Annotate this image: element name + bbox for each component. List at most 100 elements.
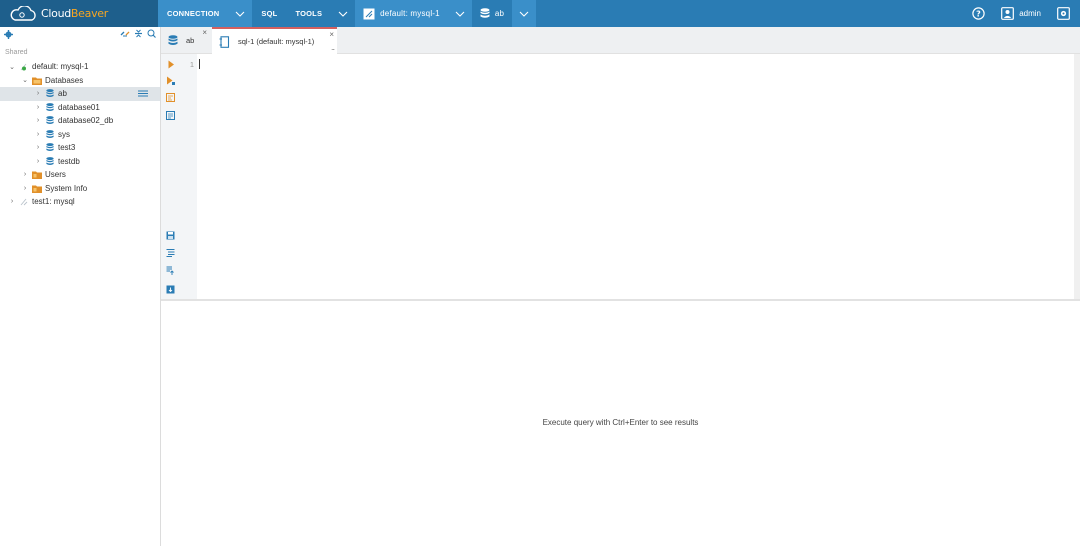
settings-button[interactable] (1049, 0, 1080, 27)
folder-icon (32, 170, 42, 180)
shared-section-label: Shared (5, 49, 28, 56)
file-download-icon (166, 285, 175, 294)
database-icon (45, 89, 55, 99)
tree-node-users-folder[interactable]: › Users (0, 168, 160, 182)
save-icon (166, 231, 175, 240)
help-icon: ? (972, 7, 985, 20)
database-icon (168, 35, 178, 46)
folder-icon (32, 183, 42, 193)
play-script-icon (167, 76, 175, 85)
database-icon (480, 8, 490, 19)
tree-node-database-testdb[interactable]: › testdb (0, 155, 160, 169)
execution-plan-button[interactable] (166, 93, 175, 102)
format-sql-button[interactable] (166, 248, 175, 257)
collapse-icon (135, 29, 142, 38)
load-script-button[interactable] (166, 266, 175, 275)
tab-sql-editor[interactable]: sql-1 (default: mysql-1) × ... (212, 27, 337, 54)
output-icon (166, 111, 175, 120)
connection-menu-chevron[interactable] (228, 0, 253, 27)
chevron-down-icon (519, 11, 529, 17)
chevron-down-icon (338, 11, 348, 17)
database-selector-chevron[interactable] (512, 0, 537, 27)
tree-node-connection-test1[interactable]: › test1: mysql (0, 195, 160, 209)
chevron-right-icon[interactable]: › (34, 90, 42, 97)
link-with-editor-button[interactable] (120, 29, 130, 40)
results-empty-message: Execute query with Ctrl+Enter to see res… (542, 418, 699, 427)
tree-node-database-database01[interactable]: › database01 (0, 101, 160, 115)
connection-selector[interactable]: default: mysql-1 (355, 0, 448, 27)
chevron-right-icon[interactable]: › (34, 104, 42, 111)
tab-ab[interactable]: ab × (161, 27, 210, 54)
help-button[interactable]: ? (964, 0, 993, 27)
format-icon (166, 249, 175, 257)
chevron-right-icon[interactable]: › (34, 117, 42, 124)
collapse-all-button[interactable] (134, 29, 143, 40)
close-icon[interactable]: × (329, 30, 334, 39)
database-icon (45, 129, 55, 139)
execute-script-button[interactable] (166, 76, 175, 85)
database-selector[interactable]: ab (471, 0, 513, 27)
tree-node-system-info-folder[interactable]: › System Info (0, 182, 160, 196)
tree-node-database-sys[interactable]: › sys (0, 128, 160, 142)
svg-text:?: ? (976, 9, 981, 18)
execute-statement-button[interactable] (166, 60, 175, 69)
tools-menu-chevron[interactable] (331, 0, 355, 27)
line-number-gutter: 1 (179, 54, 197, 300)
editor-action-bar (161, 54, 179, 300)
sql-editor-area[interactable] (197, 54, 1074, 300)
user-toolbar: ? admin (964, 0, 1080, 27)
save-script-button[interactable] (166, 231, 175, 240)
text-cursor (199, 59, 200, 69)
chevron-right-icon[interactable]: › (34, 158, 42, 165)
chevron-right-icon[interactable]: › (34, 144, 42, 151)
database-icon (45, 143, 55, 153)
tree-node-database-database02-db[interactable]: › database02_db (0, 114, 160, 128)
tree-node-database-ab[interactable]: › ab (0, 87, 160, 101)
connection-disconnected-icon (19, 197, 29, 207)
navigator-tree: ⌄ default: mysql-1 ⌄ Databases › ab › da… (0, 60, 160, 209)
gear-icon (4, 30, 13, 39)
connection-selector-chevron[interactable] (447, 0, 472, 27)
chevron-down-icon[interactable]: ⌄ (8, 63, 16, 71)
chevron-down-icon (236, 11, 245, 17)
settings-icon (1057, 7, 1070, 20)
connection-connected-icon (19, 62, 29, 72)
navigator-toolbar (0, 27, 160, 42)
show-output-button[interactable] (166, 111, 175, 120)
navigator-settings-button[interactable] (4, 30, 13, 41)
logo-text: CloudBeaver (41, 7, 108, 20)
line-number: 1 (189, 60, 194, 69)
chevron-right-icon[interactable]: › (34, 131, 42, 138)
username-label: admin (1019, 9, 1041, 18)
navigator-panel: Shared ⌄ default: mysql-1 ⌄ Databases › … (0, 27, 161, 546)
download-script-button[interactable] (166, 285, 175, 294)
execution-plan-icon (166, 93, 175, 102)
chevron-right-icon[interactable]: › (21, 185, 29, 192)
more-icon[interactable]: ... (331, 45, 335, 52)
sql-menu-button[interactable]: SQL (252, 0, 286, 27)
folder-icon (32, 75, 42, 85)
link-icon (120, 31, 130, 37)
close-icon[interactable]: × (202, 28, 207, 37)
editor-scrollbar[interactable] (1074, 54, 1080, 300)
connection-icon (363, 8, 375, 20)
tree-node-database-test3[interactable]: › test3 (0, 141, 160, 155)
node-menu-button[interactable] (138, 90, 148, 99)
search-icon (147, 29, 156, 38)
app-logo[interactable]: CloudBeaver (0, 0, 158, 27)
user-menu-button[interactable]: admin (993, 0, 1049, 27)
sql-script-icon (219, 35, 230, 48)
search-button[interactable] (147, 29, 156, 40)
chevron-right-icon[interactable]: › (8, 198, 16, 205)
connection-menu-button[interactable]: CONNECTION (158, 0, 229, 27)
top-navbar: CloudBeaver CONNECTION SQL TOOLS default… (0, 0, 1080, 27)
tree-node-databases-folder[interactable]: ⌄ Databases (0, 74, 160, 88)
chevron-right-icon[interactable]: › (21, 171, 29, 178)
menu-icon (138, 90, 148, 97)
file-upload-icon (166, 266, 174, 275)
play-icon (168, 60, 174, 69)
database-icon (45, 116, 55, 126)
tools-menu-button[interactable]: TOOLS (286, 0, 331, 27)
tree-node-connection-default[interactable]: ⌄ default: mysql-1 (0, 60, 160, 74)
chevron-down-icon[interactable]: ⌄ (21, 76, 29, 84)
